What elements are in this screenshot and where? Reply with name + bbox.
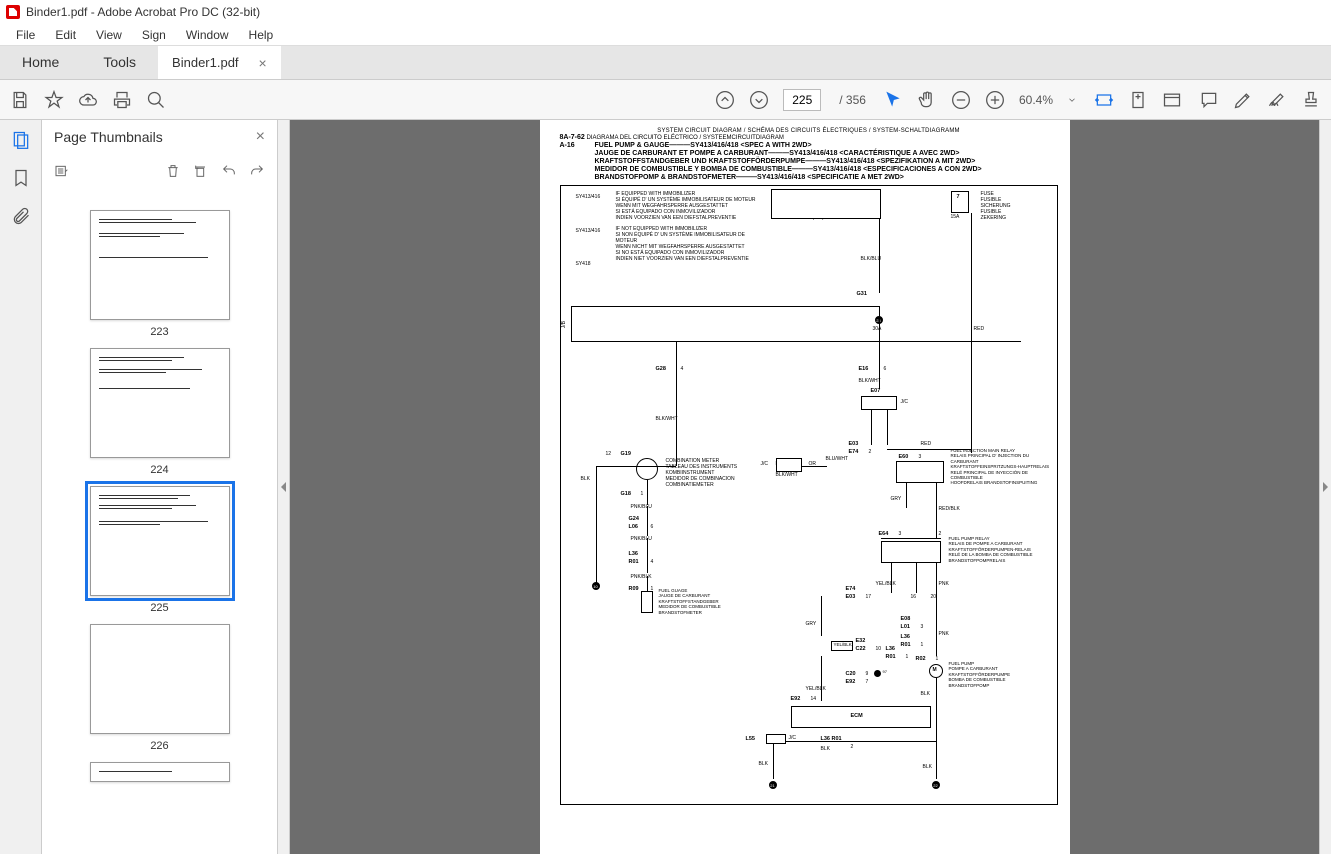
thumbnails-header: Page Thumbnails ×	[42, 120, 277, 154]
cloud-icon[interactable]	[78, 90, 98, 110]
title-es: MEDIDOR DE COMBUSTIBLE Y BOMBA DE COMBUS…	[560, 166, 1058, 173]
node-10: 10	[592, 582, 600, 590]
tab-home[interactable]: Home	[0, 46, 81, 79]
menu-file[interactable]: File	[6, 26, 45, 44]
collapse-right-panel[interactable]	[1319, 120, 1331, 854]
main-area: Page Thumbnails × 223 224	[0, 120, 1331, 854]
chevron-down-icon[interactable]	[1067, 95, 1077, 105]
comment-icon[interactable]	[1199, 90, 1219, 110]
tab-bar: Home Tools Binder1.pdf ×	[0, 46, 1331, 80]
thumbnail-225[interactable]: 225	[90, 486, 230, 614]
title-fr: JAUGE DE CARBURANT ET POMPE A CARBURANT—…	[560, 150, 1058, 157]
highlight-icon[interactable]	[1233, 90, 1253, 110]
tab-document[interactable]: Binder1.pdf ×	[158, 46, 281, 79]
node-22: 22	[932, 781, 940, 789]
rotate-icon[interactable]	[193, 163, 209, 179]
attachment-rail-icon[interactable]	[11, 206, 31, 226]
thumbnail-next[interactable]	[90, 762, 230, 782]
thumbnails-list[interactable]: 223 224 225 226	[42, 188, 277, 854]
zoom-level[interactable]: 60.4%	[1019, 93, 1053, 107]
thumbnail-label: 223	[90, 326, 230, 338]
page-total: / 356	[839, 93, 866, 107]
zoom-in-icon[interactable]	[985, 90, 1005, 110]
thumbnail-226[interactable]: 226	[90, 624, 230, 752]
hand-tool-icon[interactable]	[917, 90, 937, 110]
collapse-left-panel[interactable]	[278, 120, 290, 854]
thumbnails-title: Page Thumbnails	[54, 129, 163, 145]
thumbnails-toolbar	[42, 154, 277, 188]
title-nl: BRANDSTOFPOMP & BRANDSTOFMETER———SY413/4…	[560, 174, 1058, 181]
thumbnail-label: 226	[90, 740, 230, 752]
delete-icon[interactable]	[165, 163, 181, 179]
node-97	[874, 670, 881, 677]
fit-width-icon[interactable]	[1094, 90, 1114, 110]
menu-window[interactable]: Window	[176, 26, 239, 44]
menu-bar: File Edit View Sign Window Help	[0, 24, 1331, 46]
thumbnails-rail-icon[interactable]	[11, 130, 31, 150]
print-icon[interactable]	[112, 90, 132, 110]
menu-help[interactable]: Help	[239, 26, 284, 44]
tab-tools[interactable]: Tools	[81, 46, 158, 79]
search-icon[interactable]	[146, 90, 166, 110]
thumbnail-label: 224	[90, 464, 230, 476]
document-viewport[interactable]: SYSTEM CIRCUIT DIAGRAM / SCHÉMA DES CIRC…	[290, 120, 1319, 854]
circuit-diagram: SY413/416 IF EQUIPPED WITH IMMOBILIZER S…	[560, 185, 1058, 805]
bookmark-rail-icon[interactable]	[11, 168, 31, 188]
toolbar: / 356 60.4%	[0, 80, 1331, 120]
window-title: Binder1.pdf - Adobe Acrobat Pro DC (32-b…	[26, 5, 260, 19]
undo-icon[interactable]	[221, 163, 237, 179]
node-21: 21	[769, 781, 777, 789]
thumbnail-223[interactable]: 223	[90, 210, 230, 338]
page-down-icon[interactable]	[749, 90, 769, 110]
thumbnails-panel: Page Thumbnails × 223 224	[42, 120, 278, 854]
read-mode-icon[interactable]	[1162, 90, 1182, 110]
page-content: SYSTEM CIRCUIT DIAGRAM / SCHÉMA DES CIRC…	[540, 120, 1070, 854]
page-number-input[interactable]	[783, 89, 821, 111]
star-icon[interactable]	[44, 90, 64, 110]
redo-icon[interactable]	[249, 163, 265, 179]
thumbnail-224[interactable]: 224	[90, 348, 230, 476]
left-rail	[0, 120, 42, 854]
page-up-icon[interactable]	[715, 90, 735, 110]
close-panel-icon[interactable]: ×	[256, 128, 265, 146]
sign-icon[interactable]	[1267, 90, 1287, 110]
title-de: KRAFTSTOFFSTANDGEBER UND KRAFTSTOFFÖRDER…	[560, 158, 1058, 165]
menu-view[interactable]: View	[86, 26, 132, 44]
select-tool-icon[interactable]	[883, 90, 903, 110]
options-icon[interactable]	[54, 163, 70, 179]
fit-page-icon[interactable]	[1128, 90, 1148, 110]
title-a16: A-16FUEL PUMP & GAUGE———SY413/416/418 <S…	[560, 142, 1058, 149]
thumbnail-label: 225	[90, 602, 230, 614]
tab-document-label: Binder1.pdf	[172, 55, 239, 70]
title-bar: Binder1.pdf - Adobe Acrobat Pro DC (32-b…	[0, 0, 1331, 24]
stamp-icon[interactable]	[1301, 90, 1321, 110]
menu-sign[interactable]: Sign	[132, 26, 176, 44]
save-icon[interactable]	[10, 90, 30, 110]
zoom-out-icon[interactable]	[951, 90, 971, 110]
close-tab-icon[interactable]: ×	[259, 55, 267, 71]
pdf-icon	[6, 5, 20, 19]
menu-edit[interactable]: Edit	[45, 26, 86, 44]
doc-section: 8A-7-62 DIAGRAMA DEL CIRCUITO ELÉCTRICO …	[560, 134, 1058, 141]
